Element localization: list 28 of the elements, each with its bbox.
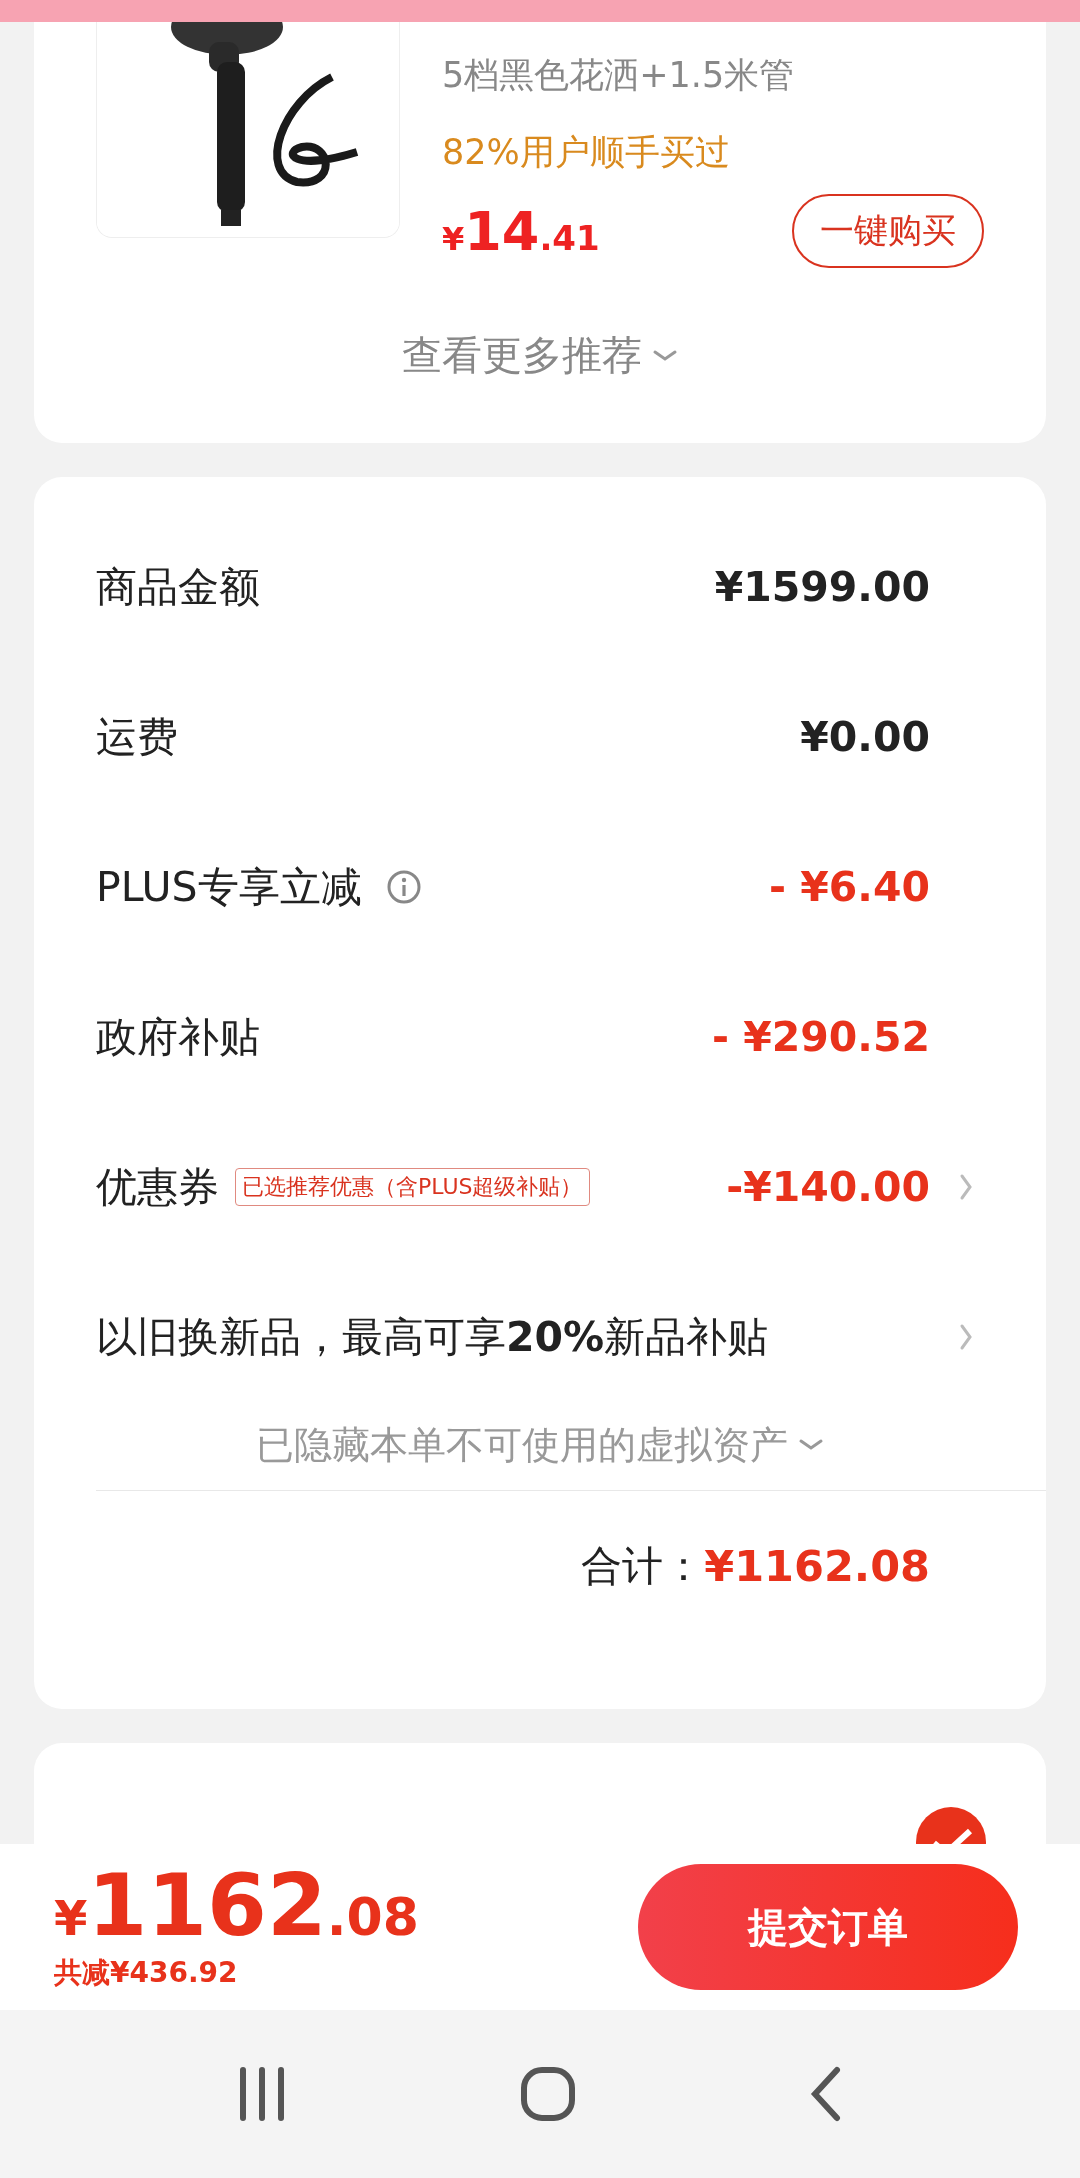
summary-amount: ¥1599.00 <box>714 563 930 611</box>
total-savings: 共减¥436.92 <box>54 1955 239 1991</box>
home-icon[interactable] <box>520 2066 576 2122</box>
total-label: 合计： <box>581 1540 705 1592</box>
info-icon[interactable] <box>385 869 422 905</box>
summary-amount[interactable]: -¥140.00 <box>726 1163 930 1211</box>
submit-order-button[interactable]: 提交订单 <box>638 1864 1018 1990</box>
more-recommendations-link[interactable]: 查看更多推荐 <box>402 328 642 383</box>
total-amount: ¥1162.08 <box>704 1541 930 1591</box>
chevron-down-icon <box>798 1438 824 1452</box>
trade-in-hint[interactable]: 品，最高可享20%新品补贴 <box>260 1309 769 1365</box>
buy-now-button[interactable]: 一键购买 <box>792 194 984 268</box>
product-price: ¥14.41 <box>442 199 600 263</box>
summary-label: 优惠券 <box>96 1161 219 1213</box>
summary-amount: ¥0.00 <box>800 713 930 761</box>
coupon-tag: 已选推荐优惠（含PLUS超级补贴） <box>235 1168 590 1206</box>
hidden-assets-link[interactable]: 已隐藏本单不可使用的虚拟资产 <box>256 1419 788 1471</box>
summary-amount: - ¥290.52 <box>711 1013 930 1061</box>
purchase-rate: 82%用户顺手买过 <box>442 131 731 174</box>
summary-label: 商品金额 <box>96 561 260 613</box>
product-title: 5档黑色花洒+1.5米管 <box>442 54 796 97</box>
summary-label: 政府补贴 <box>96 1011 260 1063</box>
summary-label: 运费 <box>96 711 178 763</box>
payable-amount: ¥1162.08 <box>54 1862 419 1948</box>
summary-label: 以旧换新 <box>96 1311 260 1363</box>
chevron-down-icon <box>652 348 678 363</box>
summary-amount: - ¥6.40 <box>769 863 930 911</box>
summary-label: PLUS专享立减 <box>96 861 362 913</box>
